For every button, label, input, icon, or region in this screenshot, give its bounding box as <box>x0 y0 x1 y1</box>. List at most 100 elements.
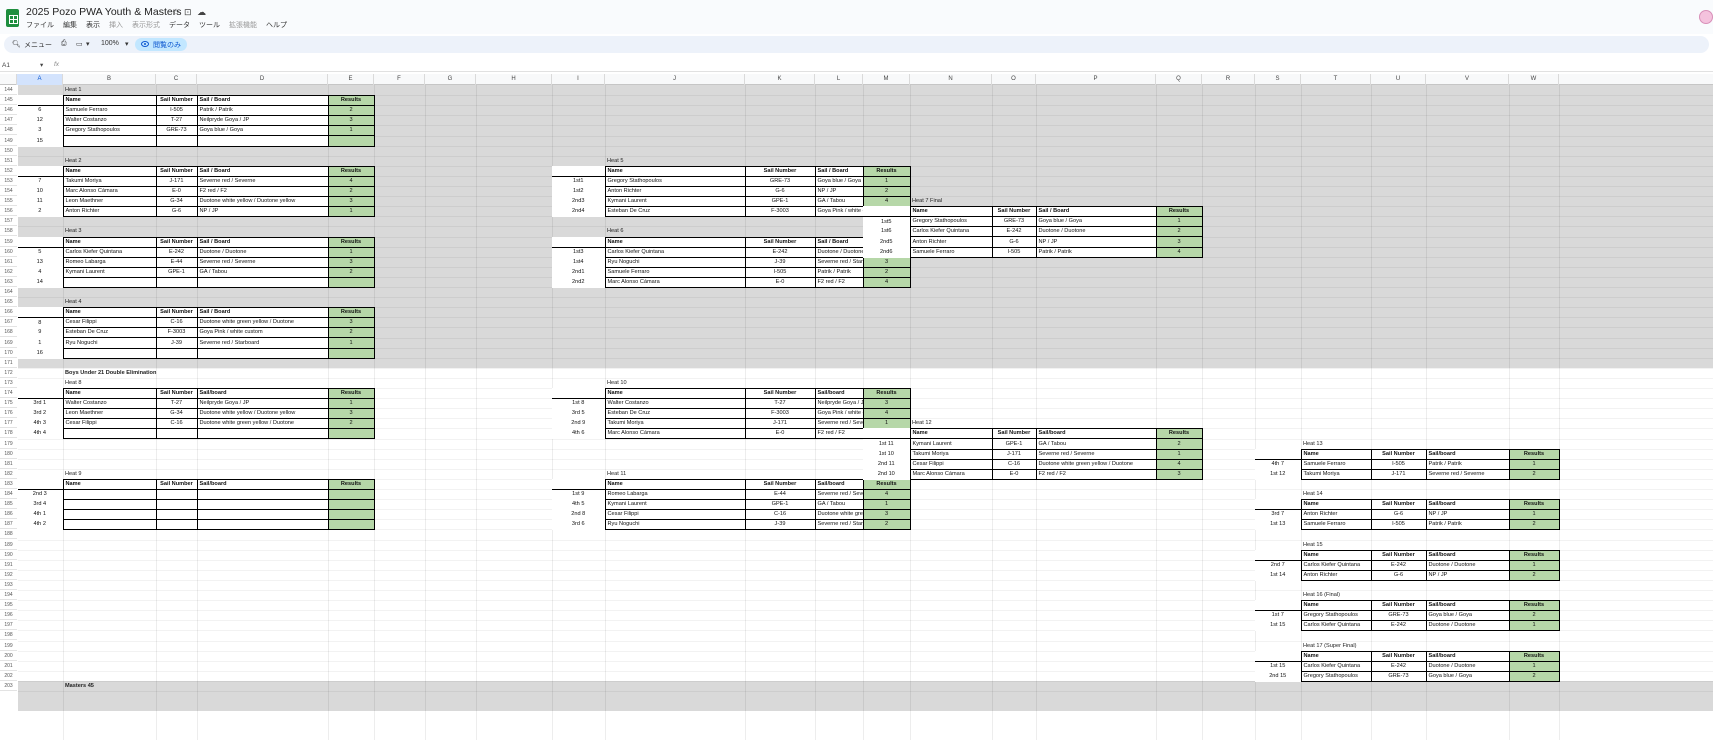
sail-number-cell[interactable]: F-3003 <box>744 408 816 420</box>
sail-board-cell[interactable]: Duotone / Duotone <box>196 246 329 258</box>
seed-cell[interactable]: 1st 10 <box>863 449 911 460</box>
seed-cell[interactable]: 4th 4 <box>18 428 64 439</box>
result-cell[interactable]: 1 <box>327 206 375 218</box>
sail-number-cell[interactable]: G-6 <box>155 206 198 218</box>
row-header[interactable]: 189 <box>0 540 17 550</box>
column-label-cell[interactable]: Results <box>862 478 911 490</box>
menu-item-5[interactable]: データ <box>169 20 190 30</box>
sail-board-cell[interactable]: GA / Tabou <box>1035 438 1157 450</box>
column-label-cell[interactable]: Name <box>1300 448 1372 460</box>
position-header-cell[interactable] <box>18 388 64 400</box>
sail-number-cell[interactable]: G-6 <box>744 185 816 198</box>
row-header[interactable]: 188 <box>0 529 17 540</box>
sail-board-cell[interactable]: F2 red / F2 <box>1035 468 1157 480</box>
seed-cell[interactable]: 2nd 11 <box>863 459 911 470</box>
result-cell[interactable] <box>327 519 375 531</box>
rider-name-cell[interactable]: Marc Alonso Cámara <box>909 468 993 480</box>
result-cell[interactable]: 3 <box>862 509 911 521</box>
sail-number-cell[interactable]: E-0 <box>991 468 1037 480</box>
seed-cell[interactable]: 2nd6 <box>863 247 911 258</box>
menu-item-4[interactable]: 表示形式 <box>132 20 160 30</box>
menu-search-label[interactable]: メニュー <box>24 40 52 50</box>
rider-name-cell[interactable]: Ryu Noguchi <box>604 519 746 531</box>
result-cell[interactable]: 1 <box>327 246 375 258</box>
row-header[interactable]: 178 <box>0 428 17 439</box>
seed-cell[interactable]: 3rd 1 <box>18 398 64 409</box>
column-label-cell[interactable]: Results <box>327 236 375 248</box>
rider-name-cell[interactable]: Kymani Laurent <box>604 499 746 511</box>
column-label-cell[interactable]: Sail/board <box>1035 428 1157 440</box>
column-label-cell[interactable]: Results <box>327 478 375 490</box>
seed-cell[interactable]: 1st4 <box>552 257 606 268</box>
result-cell[interactable]: 2 <box>327 418 375 430</box>
rider-name-cell[interactable] <box>62 488 157 501</box>
row-header[interactable]: 200 <box>0 651 17 661</box>
column-header-M[interactable]: M <box>863 74 910 85</box>
column-label-cell[interactable]: Sail Number <box>1370 549 1427 561</box>
seed-cell[interactable]: 13 <box>18 257 64 268</box>
row-header[interactable]: 163 <box>0 277 17 287</box>
sail-board-cell[interactable]: Patrik / Patrik <box>1425 458 1510 470</box>
menu-item-0[interactable]: ファイル <box>26 20 54 30</box>
rider-name-cell[interactable]: Romeo Labarga <box>604 488 746 501</box>
sail-board-cell[interactable]: Neilpryde Goya / JP <box>196 115 329 127</box>
column-label-cell[interactable]: Name <box>1300 549 1372 561</box>
row-header[interactable]: 180 <box>0 449 17 459</box>
seed-cell[interactable]: 1st3 <box>552 247 606 258</box>
row-header[interactable]: 159 <box>0 237 17 247</box>
column-label-cell[interactable]: Name <box>1300 650 1372 662</box>
column-header-I[interactable]: I <box>552 74 605 85</box>
column-header-L[interactable]: L <box>815 74 863 85</box>
sail-board-cell[interactable]: Severne red / Severne <box>196 175 329 187</box>
column-label-cell[interactable]: Sail Number <box>1370 650 1427 662</box>
column-label-cell[interactable]: Sail / Board <box>814 236 864 248</box>
row-header[interactable]: 161 <box>0 257 17 267</box>
avatar[interactable] <box>1699 10 1713 24</box>
seed-cell[interactable]: 1st 12 <box>1255 469 1302 480</box>
row-header[interactable]: 147 <box>0 115 17 126</box>
column-header-H[interactable]: H <box>476 74 552 85</box>
result-cell[interactable]: 1 <box>862 418 911 430</box>
result-cell[interactable] <box>327 276 375 288</box>
sail-number-cell[interactable]: E-0 <box>744 428 816 440</box>
sail-board-cell[interactable]: Duotone / Duotone <box>1425 660 1510 672</box>
menu-item-2[interactable]: 表示 <box>86 20 100 30</box>
result-cell[interactable]: 3 <box>327 317 375 329</box>
view-only-badge[interactable]: 閲覧のみ <box>135 38 187 51</box>
result-cell[interactable]: 2 <box>327 327 375 339</box>
column-label-cell[interactable]: Results <box>1508 448 1560 460</box>
result-cell[interactable]: 1 <box>1508 660 1560 672</box>
sail-board-cell[interactable]: Goya blue / Goya <box>1425 670 1510 682</box>
column-header-G[interactable]: G <box>425 74 476 85</box>
zoom-chevron-icon[interactable]: ▾ <box>125 40 129 48</box>
sail-board-cell[interactable]: Goya Pink / white custom <box>814 408 864 420</box>
sail-board-cell[interactable]: Goya blue / Goya <box>1425 610 1510 622</box>
seed-cell[interactable]: 15 <box>18 135 64 147</box>
column-label-cell[interactable]: Sail/board <box>1425 600 1510 612</box>
seed-cell[interactable]: 1st 9 <box>552 489 606 500</box>
result-cell[interactable]: 2 <box>1508 610 1560 622</box>
seed-cell[interactable]: 2nd5 <box>863 236 911 248</box>
position-header-cell[interactable] <box>1255 449 1302 460</box>
seed-cell[interactable]: 2nd 15 <box>1255 671 1302 682</box>
sail-number-cell[interactable]: C-16 <box>155 418 198 430</box>
sail-number-cell[interactable]: E-44 <box>744 488 816 501</box>
column-label-cell[interactable]: Sail / Board <box>196 236 329 248</box>
sail-number-cell[interactable]: G-34 <box>155 408 198 420</box>
sail-board-cell[interactable]: Severne red / Starboard <box>814 256 864 268</box>
rider-name-cell[interactable]: Anton Richter <box>1300 569 1372 581</box>
sail-number-cell[interactable]: GRE-73 <box>744 175 816 187</box>
column-label-cell[interactable]: Sail Number <box>1370 448 1427 460</box>
row-header[interactable]: 162 <box>0 267 17 277</box>
seed-cell[interactable]: 2nd3 <box>552 196 606 207</box>
column-header-T[interactable]: T <box>1301 74 1371 85</box>
rider-name-cell[interactable] <box>62 428 157 440</box>
column-label-cell[interactable]: Sail Number <box>744 478 816 490</box>
seed-cell[interactable]: 3rd 2 <box>18 408 64 419</box>
position-header-cell[interactable] <box>863 206 911 218</box>
sail-board-cell[interactable]: GA / Tabou <box>814 499 864 511</box>
sail-board-cell[interactable]: Duotone / Duotone <box>1425 620 1510 632</box>
column-label-cell[interactable]: Results <box>862 165 911 177</box>
rider-name-cell[interactable] <box>62 135 157 147</box>
sail-number-cell[interactable]: GRE-73 <box>1370 610 1427 622</box>
